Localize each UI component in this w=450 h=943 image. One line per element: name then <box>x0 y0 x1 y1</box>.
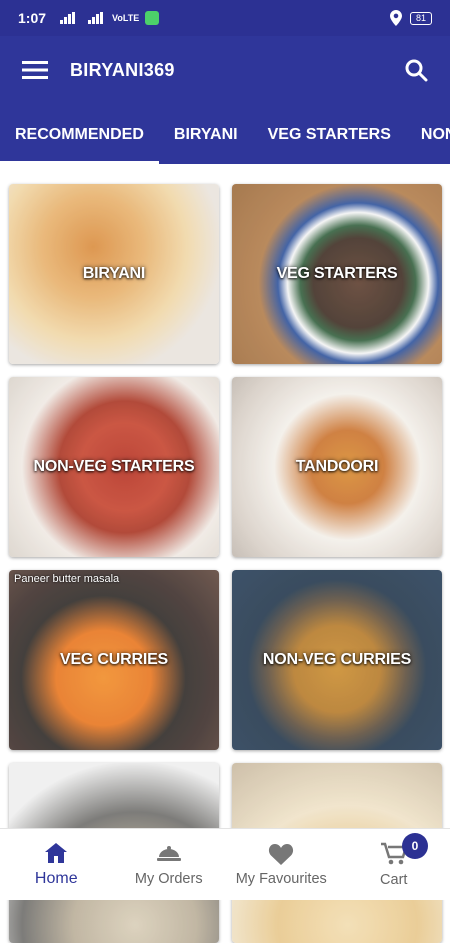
nav-my-favourites[interactable]: My Favourites <box>225 829 338 900</box>
hamburger-menu-icon[interactable] <box>22 60 48 80</box>
search-icon[interactable] <box>404 58 428 82</box>
tab-veg-starters[interactable]: VEG STARTERS <box>253 104 406 164</box>
battery-indicator: 81 <box>410 12 432 25</box>
nav-cart-label: Cart <box>380 872 407 888</box>
signal-icons: VoLTE <box>60 11 159 25</box>
category-tab-bar: RECOMMENDED BIRYANI VEG STARTERS NON <box>0 104 450 164</box>
app-notification-icon <box>145 11 159 25</box>
heart-icon <box>268 843 294 865</box>
orders-icon <box>155 843 183 865</box>
category-tile-biryani[interactable]: BIRYANI <box>9 184 219 364</box>
category-tile-tandoori[interactable]: TANDOORI <box>232 377 442 557</box>
nav-my-favourites-label: My Favourites <box>236 871 327 887</box>
category-label: VEG STARTERS <box>232 265 442 283</box>
category-tile-non-veg-curries[interactable]: NON-VEG CURRIES <box>232 570 442 750</box>
tab-biryani[interactable]: BIRYANI <box>159 104 253 164</box>
category-tile-non-veg-starters[interactable]: NON-VEG STARTERS <box>9 377 219 557</box>
nav-my-orders[interactable]: My Orders <box>113 829 226 900</box>
category-label: VEG CURRIES <box>9 651 219 669</box>
bottom-navigation: Home My Orders My Favourites 0 Cart <box>0 828 450 900</box>
nav-home-label: Home <box>35 870 78 888</box>
category-label: BIRYANI <box>9 265 219 283</box>
app-title: BIRYANI369 <box>70 60 175 81</box>
status-time: 1:07 <box>18 10 46 26</box>
image-caption: Paneer butter masala <box>14 573 119 585</box>
signal-icon-2 <box>88 12 106 24</box>
tab-recommended[interactable]: RECOMMENDED <box>0 104 159 164</box>
nav-home[interactable]: Home <box>0 829 113 900</box>
nav-my-orders-label: My Orders <box>135 871 203 887</box>
app-bar: BIRYANI369 <box>0 36 450 104</box>
category-tile-veg-starters[interactable]: VEG STARTERS <box>232 184 442 364</box>
category-label: NON-VEG CURRIES <box>232 651 442 669</box>
category-tile-veg-curries[interactable]: Paneer butter masala VEG CURRIES <box>9 570 219 750</box>
location-icon <box>390 10 402 26</box>
status-bar: 1:07 VoLTE 81 <box>0 0 450 36</box>
cart-count-badge: 0 <box>402 833 428 859</box>
network-label: VoLTE <box>112 13 139 23</box>
category-label: TANDOORI <box>232 458 442 476</box>
signal-icon <box>60 12 82 24</box>
tab-non-veg[interactable]: NON <box>406 104 450 164</box>
nav-cart[interactable]: 0 Cart <box>338 829 450 900</box>
category-label: NON-VEG STARTERS <box>9 458 219 476</box>
home-icon <box>44 842 68 864</box>
